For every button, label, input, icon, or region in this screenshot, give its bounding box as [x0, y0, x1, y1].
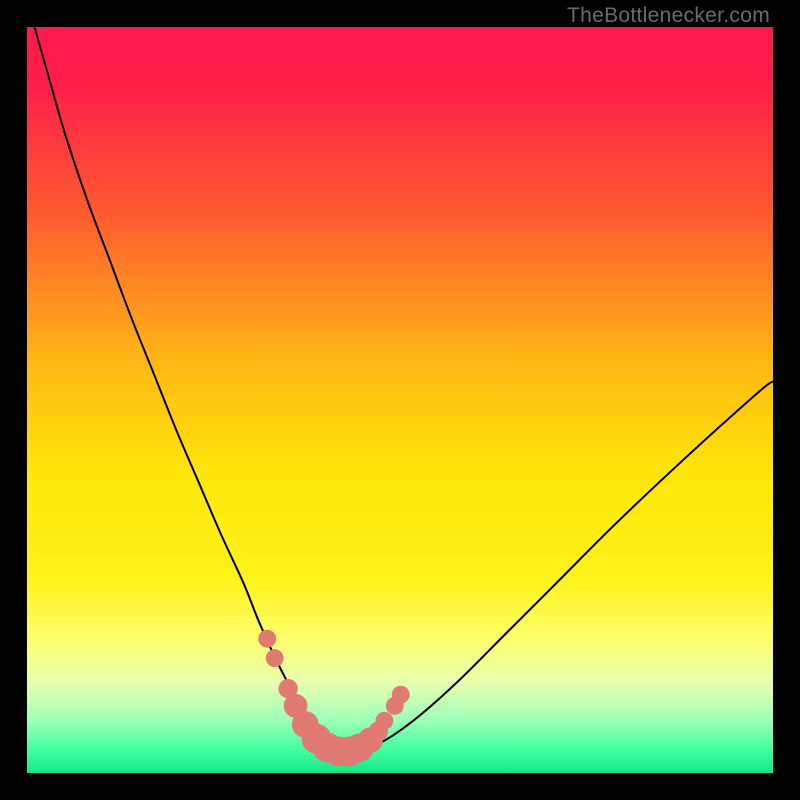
data-marker: [375, 712, 393, 730]
watermark-text: TheBottlenecker.com: [567, 4, 770, 28]
gradient-background: [27, 27, 773, 773]
chart-frame: TheBottlenecker.com: [0, 0, 800, 800]
data-marker: [392, 686, 410, 704]
data-marker: [266, 649, 284, 667]
data-marker: [258, 630, 276, 648]
plot-area: [27, 27, 773, 773]
chart-svg: [27, 27, 773, 773]
